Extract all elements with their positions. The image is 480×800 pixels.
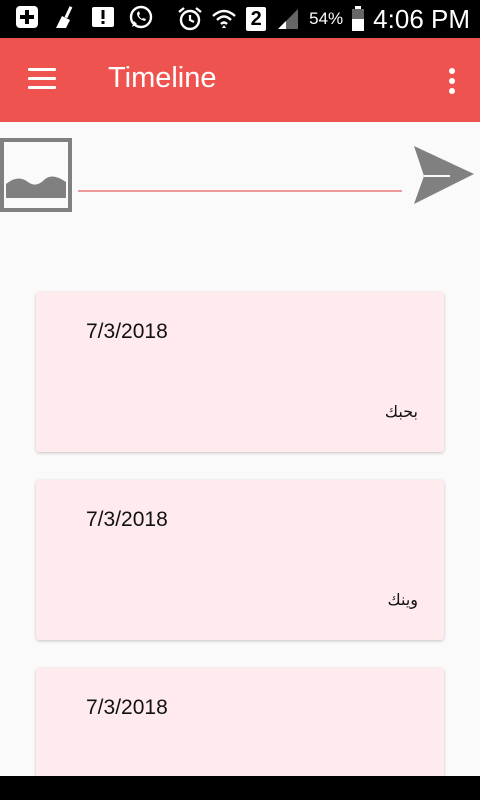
system-icons: 2 54% 4:06 PM [177, 0, 470, 38]
page-title: Timeline [108, 62, 217, 94]
whatsapp-icon [128, 4, 154, 30]
post-date: 7/3/2018 [86, 508, 168, 531]
send-icon[interactable] [410, 144, 476, 208]
status-bar: 2 54% 4:06 PM [0, 0, 480, 38]
timeline-content: 7/3/2018 بحبك 7/3/2018 وينك 7/3/2018 [0, 122, 480, 776]
post-input[interactable] [78, 162, 402, 192]
navigation-bar [0, 776, 480, 800]
notification-icons [14, 4, 154, 30]
wifi-icon [211, 6, 237, 32]
image-placeholder-icon[interactable] [0, 138, 74, 214]
post-card[interactable]: 7/3/2018 وينك [36, 480, 444, 640]
post-text: بحبك [384, 402, 418, 421]
battery-percent: 54% [309, 9, 344, 28]
signal-icon [275, 6, 301, 32]
post-card[interactable]: 7/3/2018 بحبك [36, 292, 444, 452]
clock: 4:06 PM [373, 3, 470, 34]
app-bar: Timeline [0, 38, 480, 122]
more-vert-icon[interactable] [448, 68, 456, 94]
post-date: 7/3/2018 [86, 320, 168, 343]
add-icon [14, 4, 40, 30]
alarm-icon [177, 6, 203, 32]
alert-icon [90, 4, 116, 30]
battery-icon [351, 6, 365, 32]
post-text: وينك [387, 590, 419, 609]
post-card[interactable]: 7/3/2018 [36, 668, 444, 776]
post-date: 7/3/2018 [86, 696, 168, 719]
sim-icon: 2 [245, 6, 267, 32]
cleaner-icon [52, 4, 78, 30]
sim-slot-label: 2 [246, 7, 267, 31]
hamburger-icon[interactable] [28, 68, 56, 92]
